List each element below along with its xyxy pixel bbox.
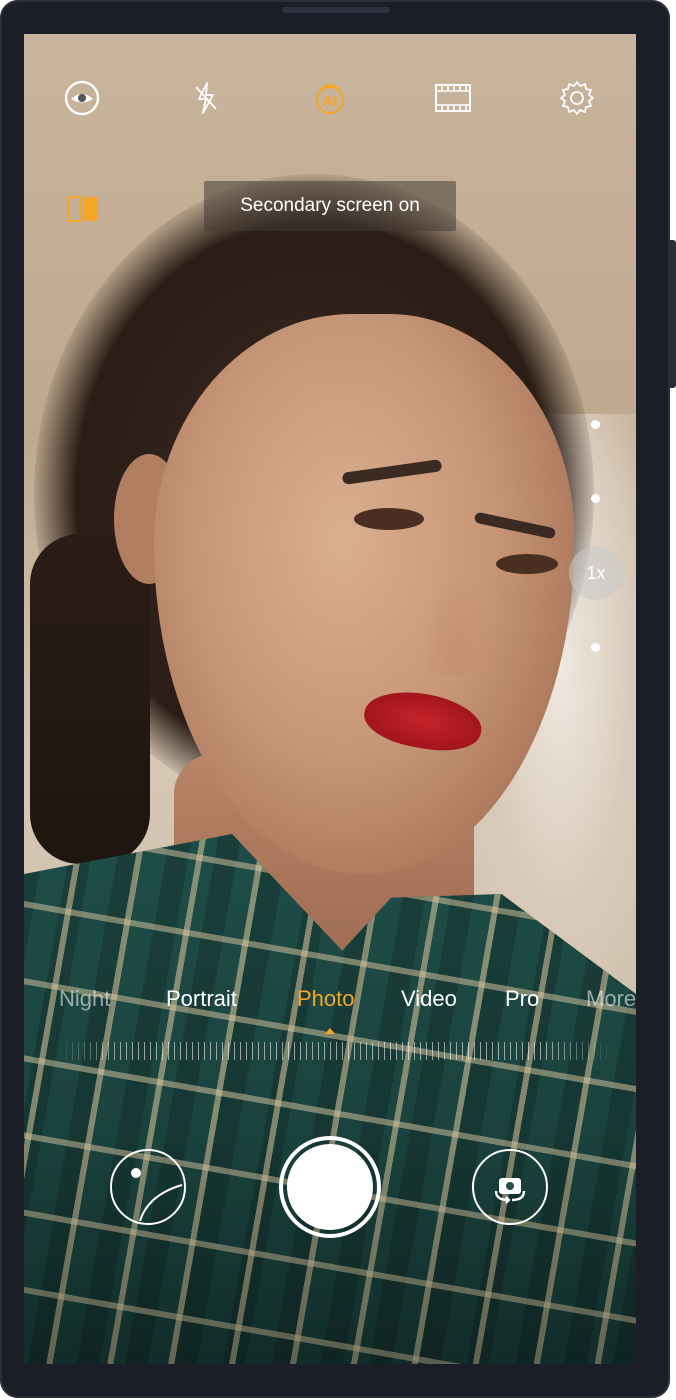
mode-pro[interactable]: Pro — [505, 986, 539, 1012]
mode-more[interactable]: More — [586, 986, 636, 1012]
gallery-thumbnail-icon[interactable] — [110, 1149, 186, 1225]
shutter-inner — [287, 1144, 373, 1230]
camera-top-bar: AI — [24, 78, 636, 118]
mode-video[interactable]: Video — [401, 986, 457, 1012]
mode-night[interactable]: Night — [59, 986, 110, 1012]
side-button — [669, 240, 676, 388]
phone-frame: AI Secondary screen on 1x Night Portrait… — [0, 0, 676, 1398]
camera-viewfinder[interactable]: AI Secondary screen on 1x Night Portrait… — [24, 34, 636, 1364]
shutter-button[interactable] — [279, 1136, 381, 1238]
mode-selector: Night Portrait Photo Video Pro More — [24, 986, 636, 1020]
mode-photo[interactable]: Photo — [297, 986, 355, 1012]
zoom-step-dot[interactable] — [591, 494, 600, 503]
zoom-level-button[interactable]: 1x — [569, 546, 623, 600]
hdr-eye-icon[interactable] — [62, 78, 102, 118]
secondary-screen-toast: Secondary screen on — [204, 181, 456, 231]
zoom-step-dot[interactable] — [591, 420, 600, 429]
zoom-label: 1x — [586, 562, 606, 583]
active-mode-indicator — [325, 1028, 335, 1034]
zoom-step-dot[interactable] — [591, 643, 600, 652]
top-speaker — [282, 7, 390, 13]
film-icon[interactable] — [433, 78, 473, 118]
ai-icon[interactable]: AI — [310, 78, 350, 118]
svg-text:AI: AI — [323, 93, 338, 110]
mode-scroll-ruler[interactable] — [54, 1042, 614, 1060]
mode-portrait[interactable]: Portrait — [166, 986, 237, 1012]
toast-text: Secondary screen on — [240, 195, 420, 216]
switch-camera-icon[interactable] — [472, 1149, 548, 1225]
dual-screen-icon[interactable] — [66, 194, 102, 224]
settings-gear-icon[interactable] — [557, 78, 597, 118]
flash-off-icon[interactable] — [186, 78, 226, 118]
